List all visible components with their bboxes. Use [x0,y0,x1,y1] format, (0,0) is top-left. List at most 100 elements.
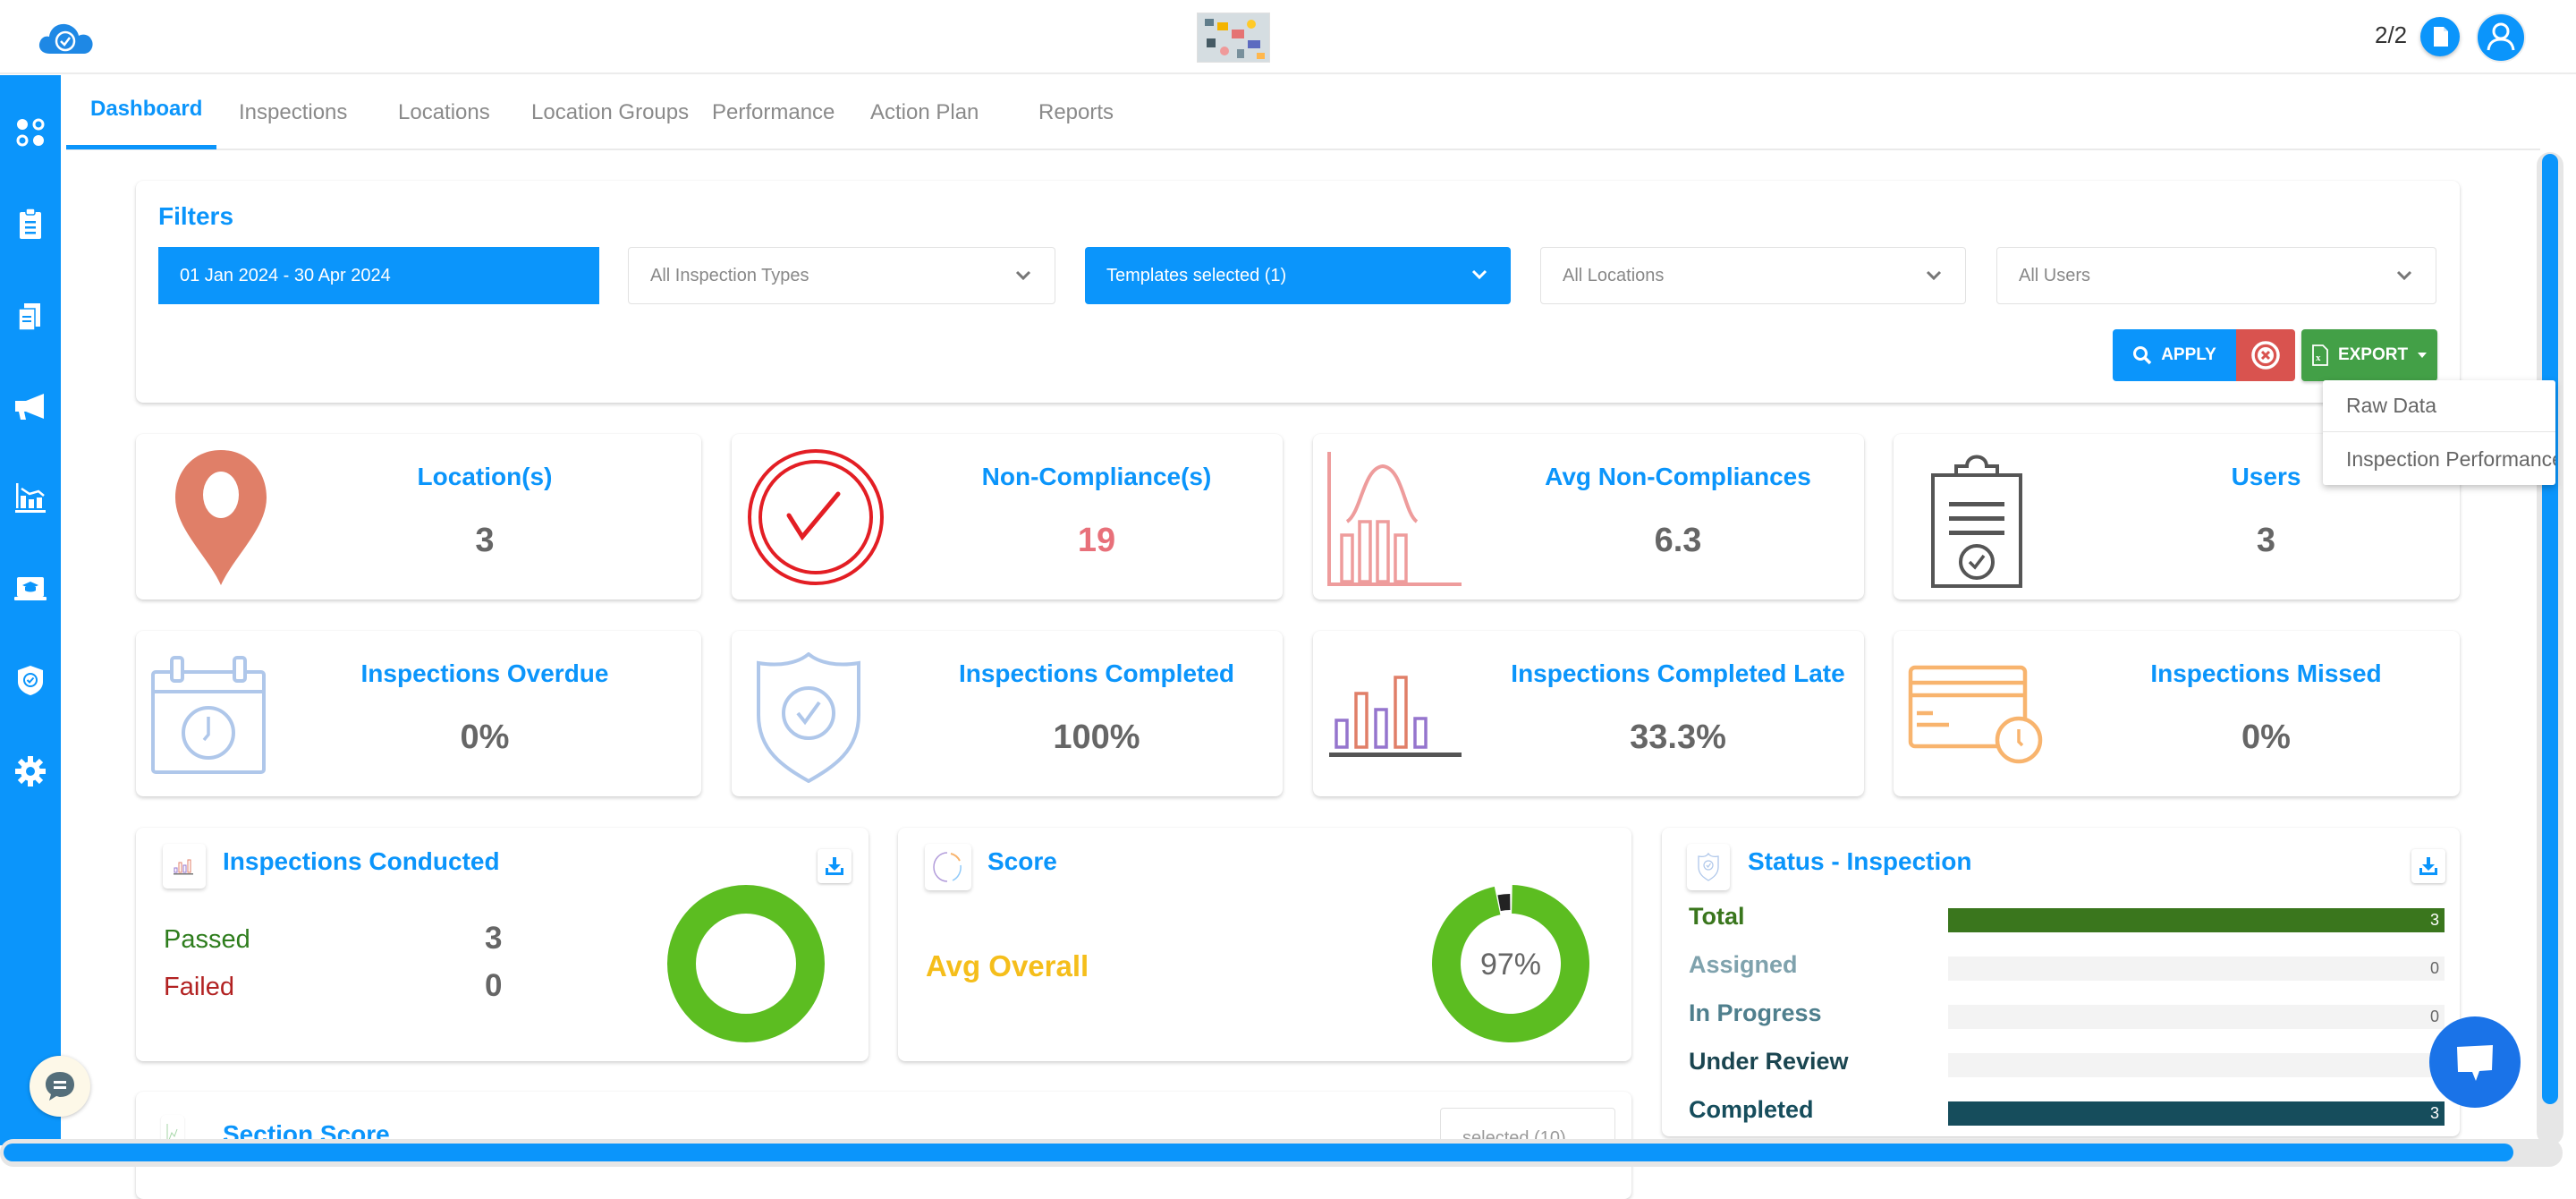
widget-icon-box [163,844,206,889]
excel-file-icon: x [2312,344,2328,366]
sidebar-megaphone-icon[interactable] [13,388,48,424]
export-raw-data-item[interactable]: Raw Data [2323,380,2555,432]
page-counter: 2/2 [2375,21,2408,48]
export-label: EXPORT [2337,345,2409,364]
templates-select[interactable]: Templates selected (1) [1085,247,1511,304]
status-label: Total [1689,903,1745,930]
locations-select[interactable]: All Locations [1540,247,1966,304]
remainder-segment [1497,894,1511,912]
tab-performance[interactable]: Performance [712,100,835,125]
stat-title: Non-Compliance(s) [981,463,1212,490]
stat-value: 0% [2241,719,2291,756]
stat-card-avg-non-compliances[interactable]: Avg Non-Compliances 6.3 [1313,434,1864,600]
stat-value: 3 [2256,522,2276,559]
passed-count: 3 [485,921,503,956]
sidebar-shield-check-icon[interactable] [13,662,48,698]
sidebar-training-icon[interactable] [13,571,48,607]
status-value: 3 [2429,1104,2439,1122]
horizontal-scrollbar-thumb[interactable] [4,1144,2513,1161]
export-dropdown-menu: Raw Data Inspection Performance [2323,380,2555,485]
stat-value: 3 [475,522,495,559]
score-widget: Score Avg Overall 97% [898,828,1631,1061]
inspections-conducted-widget: Inspections Conducted Passed 3 Failed 0 [136,828,869,1061]
export-inspection-performance-item[interactable]: Inspection Performance [2323,433,2555,485]
inspection-types-select[interactable]: All Inspection Types [628,247,1055,304]
bar-chart-icon [174,859,193,875]
stat-value: 100% [1053,719,1140,756]
close-circle-icon [2251,341,2280,370]
download-button[interactable] [818,849,852,883]
export-button[interactable]: x EXPORT [2301,329,2437,381]
vertical-scrollbar-thumb[interactable] [2542,154,2558,1104]
status-bar-fill [1948,1101,2445,1126]
widget-icon-box [925,844,971,890]
widget-title: Score [987,847,1057,875]
date-range-picker[interactable]: 01 Jan 2024 - 30 Apr 2024 [158,247,599,304]
chat-bubble-icon [46,1072,74,1101]
donut-segment-passed [667,885,825,1042]
sidebar-analytics-icon[interactable] [13,480,48,515]
status-label: In Progress [1689,999,1822,1026]
stat-title: Inspections Overdue [360,659,609,687]
status-bar: 0 [1948,1005,2445,1029]
stat-card-non-compliances[interactable]: Non-Compliance(s) 19 [732,434,1283,600]
inspection-types-value: All Inspection Types [650,265,809,285]
caret-down-icon [2418,353,2428,358]
stat-title: Location(s) [417,463,553,490]
apply-button[interactable]: APPLY [2113,329,2236,381]
active-tab-indicator [66,145,216,149]
users-select[interactable]: All Users [1996,247,2436,304]
stat-card-inspections-completed[interactable]: Inspections Completed 100% [732,631,1283,796]
download-icon [2419,857,2437,875]
stat-card-inspections-overdue[interactable]: Inspections Overdue 0% [136,631,701,796]
user-icon [2487,22,2515,51]
stat-title: Inspections Missed [2150,659,2382,687]
main-tabs: Dashboard Inspections Locations Location… [66,75,2540,150]
stat-card-inspections-completed-late[interactable]: Inspections Completed Late 33.3% [1313,631,1864,796]
download-button[interactable] [2411,849,2445,883]
status-bar: 3 [1948,908,2445,932]
check-circle-icon [748,449,884,585]
status-value: 0 [2429,959,2439,977]
map-pin-icon [175,450,267,585]
sidebar-documents-icon[interactable] [13,297,48,333]
sidebar-settings-icon[interactable] [13,753,48,789]
tab-inspections[interactable]: Inspections [239,100,347,125]
company-thumbnail[interactable] [1197,13,1270,63]
tab-dashboard[interactable]: Dashboard [90,97,202,122]
stat-card-locations[interactable]: Location(s) 3 [136,434,701,600]
stat-value: 0% [460,719,510,756]
tab-location-groups[interactable]: Location Groups [531,100,689,125]
widget-icon-box [1687,844,1730,890]
clear-filters-button[interactable] [2236,329,2295,381]
score-percent: 97% [1480,948,1541,982]
chevron-down-icon [1015,270,1031,281]
status-label: Under Review [1689,1048,1849,1075]
stat-card-inspections-missed[interactable]: Inspections Missed 0% [1894,631,2460,796]
app-logo-icon[interactable] [36,20,98,55]
sidebar-clipboard-icon[interactable] [13,206,48,242]
donut-chart-icon [933,852,962,882]
filters-title: Filters [158,202,234,230]
stat-value: 6.3 [1654,522,1702,559]
live-chat-button[interactable] [2429,1016,2521,1108]
apply-label: APPLY [2161,345,2216,364]
tab-locations[interactable]: Locations [398,100,490,125]
message-icon [2457,1045,2493,1081]
passed-label: Passed [164,925,250,954]
avg-overall-label: Avg Overall [926,949,1089,982]
tab-action-plan[interactable]: Action Plan [870,100,979,125]
missed-payment-clock-icon [1908,665,2043,764]
top-bar: 2/2 [0,0,2576,74]
stat-title: Avg Non-Compliances [1545,463,1811,490]
status-label: Assigned [1689,951,1798,978]
tab-reports[interactable]: Reports [1038,100,1114,125]
sidebar-dashboard-icon[interactable] [13,115,48,150]
user-profile-button[interactable] [2476,13,2526,63]
chat-support-button[interactable] [30,1056,90,1117]
document-button[interactable] [2420,17,2460,56]
status-bar: 0 [1948,1053,2445,1077]
locations-value: All Locations [1563,265,1665,285]
date-range-value: 01 Jan 2024 - 30 Apr 2024 [180,265,391,285]
clipboard-check-icon [1931,455,2022,588]
